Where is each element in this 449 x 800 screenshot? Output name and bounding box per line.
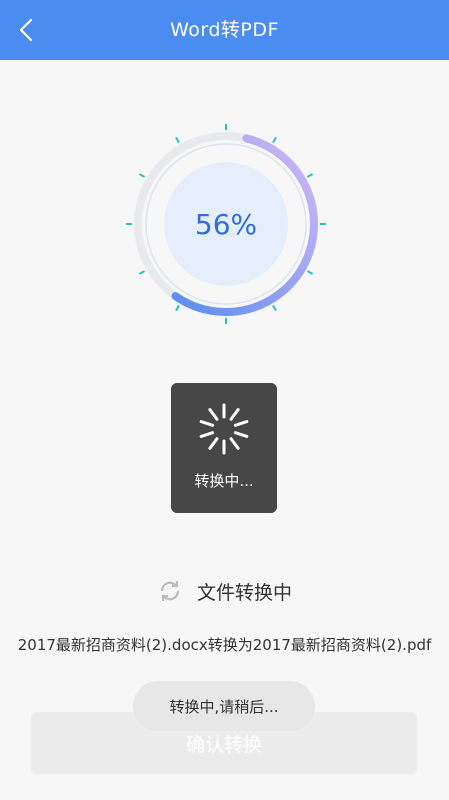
spinner-segment [233,420,249,427]
status-label: 文件转换中 [196,581,292,604]
loading-dialog: 转换中... [171,383,277,513]
refresh-icon [160,581,180,601]
toast-message: 转换中,请稍后... [133,681,315,731]
status-row: 文件转换中 [0,574,449,608]
spinner-segment [229,408,240,421]
progress-percent: 56% [194,207,258,241]
spinner-segment [229,437,240,450]
spinner-icon [199,403,249,455]
spinner-segment [208,408,219,421]
page-title: Word转PDF [170,19,279,41]
spinner-segment [199,420,215,427]
file-conversion-description: 2017最新招商资料(2).docx转换为2017最新招商资料(2).pdf [17,636,432,654]
loading-label: 转换中... [194,472,254,490]
app-header: Word转PDF [0,0,449,60]
spinner-segment [233,431,249,438]
spinner-segment [208,437,219,450]
spinner-segment [199,431,215,438]
